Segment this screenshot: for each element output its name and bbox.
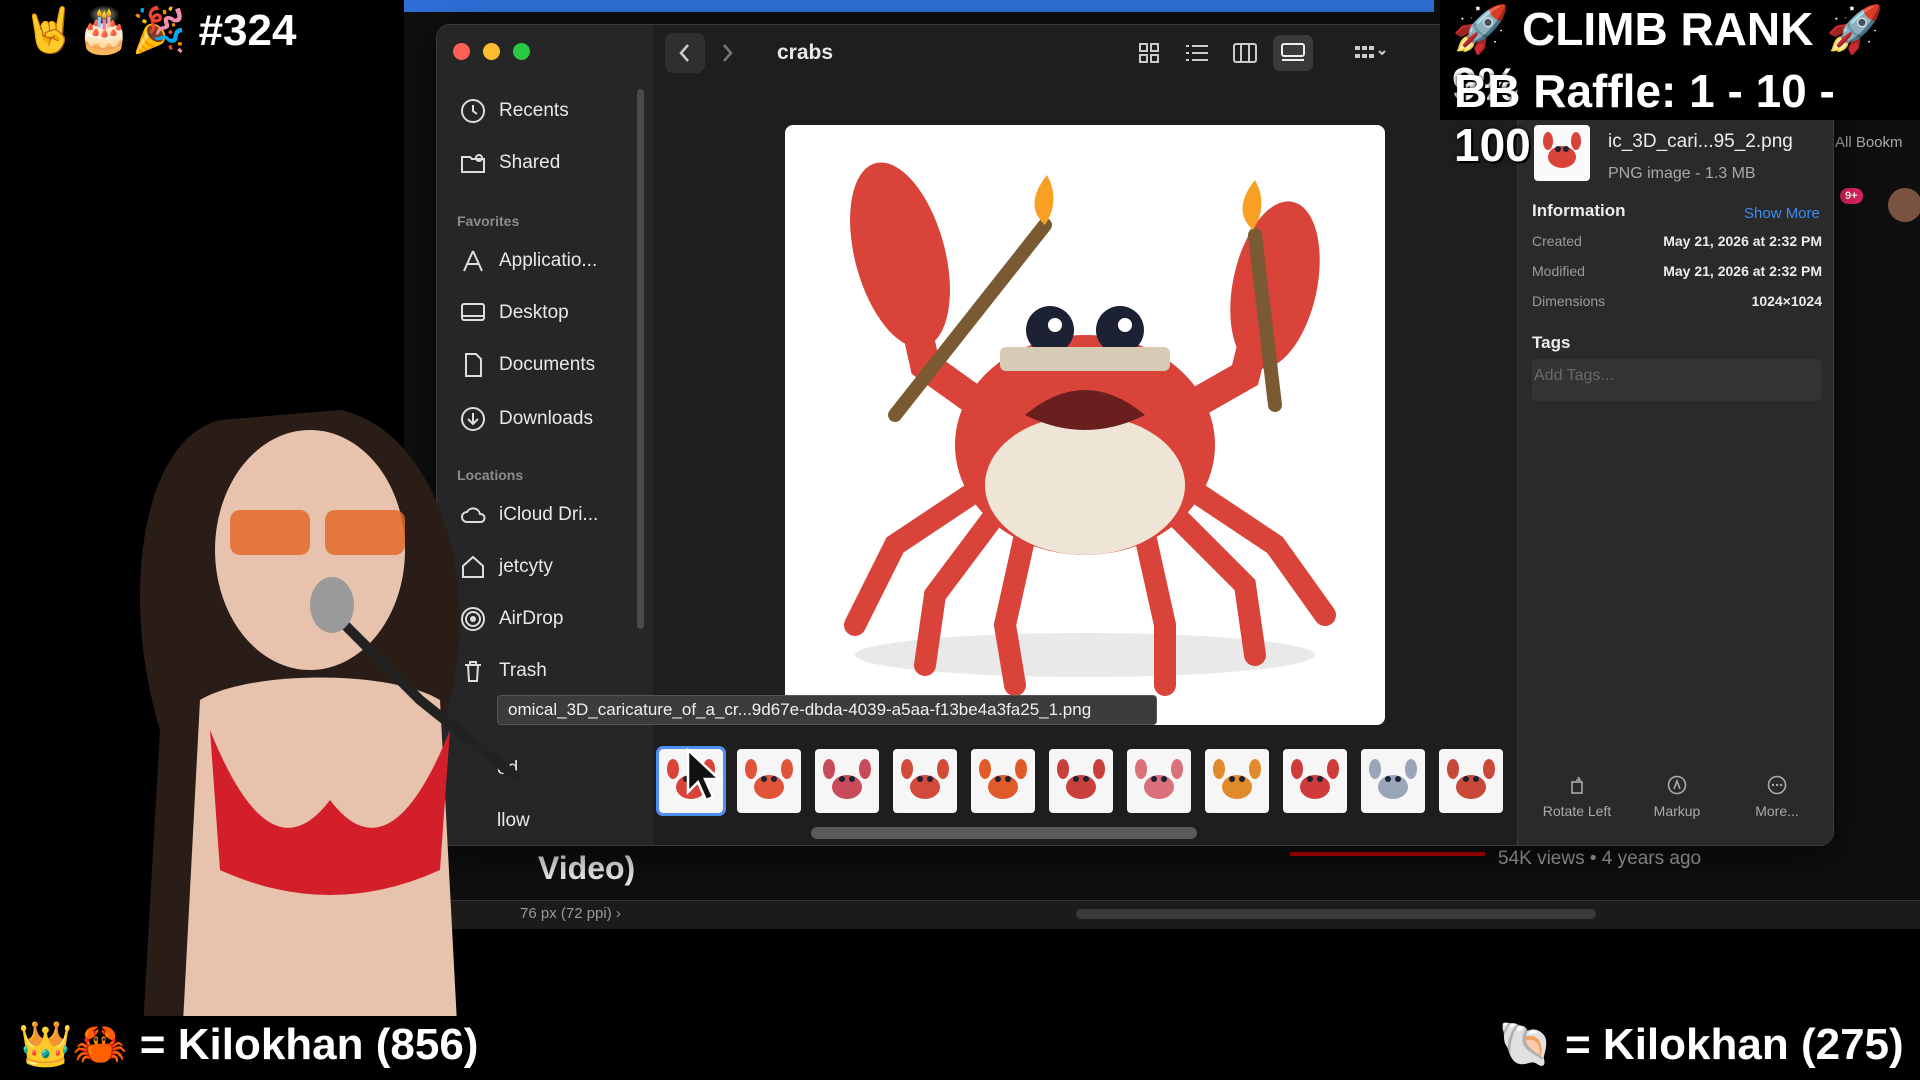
group-icon xyxy=(1355,46,1386,58)
sidebar-item-applications[interactable]: Applicatio... xyxy=(459,241,597,281)
info-key: Dimensions xyxy=(1532,293,1606,309)
thumbnail-item[interactable] xyxy=(893,749,957,813)
more-button[interactable]: More... xyxy=(1732,775,1822,819)
list-icon xyxy=(1186,45,1208,61)
info-key: Modified xyxy=(1532,263,1585,279)
mouse-cursor-icon xyxy=(686,748,723,802)
gallery-icon xyxy=(1281,43,1305,61)
thumbnail-item[interactable] xyxy=(971,749,1035,813)
thumbnail-item[interactable] xyxy=(737,749,801,813)
crab-illustration xyxy=(844,162,1336,696)
streamer-webcam-figure xyxy=(140,410,524,1080)
information-heading: Information xyxy=(1532,201,1626,220)
thumbnail-item[interactable] xyxy=(815,749,879,813)
sidebar-scrollbar[interactable] xyxy=(637,89,644,629)
info-value: 1024×1024 xyxy=(1751,293,1822,309)
crab-thumbnail-icon xyxy=(823,759,871,799)
thumbnail-item[interactable] xyxy=(1361,749,1425,813)
video-views: 54K views • 4 years ago xyxy=(1498,848,1702,869)
filename-tooltip: omical_3D_caricature_of_a_cr...9d67e-dbd… xyxy=(497,695,1157,725)
shared-folder-icon xyxy=(461,154,485,173)
show-more-link[interactable]: Show More xyxy=(1744,205,1820,222)
gallery-view-button[interactable] xyxy=(1273,35,1313,71)
crab-thumbnail-icon xyxy=(1291,759,1339,799)
king-crab-leader: 👑🦀 = Kilokhan (856) xyxy=(18,1020,479,1069)
grid-icon xyxy=(1139,43,1159,63)
tags-heading: Tags xyxy=(1532,333,1571,352)
back-button[interactable] xyxy=(665,33,705,73)
thumbnail-scrollbar[interactable] xyxy=(811,827,1197,839)
chevron-right-icon xyxy=(723,44,733,62)
crab-thumbnail-icon xyxy=(1213,759,1261,799)
thumbnail-item[interactable] xyxy=(1283,749,1347,813)
close-button[interactable] xyxy=(453,43,470,60)
sidebar-item-label: Applicatio... xyxy=(499,250,598,271)
action-label: More... xyxy=(1755,803,1799,819)
background-topbar xyxy=(404,0,1434,12)
applications-icon xyxy=(463,250,483,272)
clock-icon xyxy=(461,99,485,123)
folder-title: crabs xyxy=(777,41,834,64)
favorites-heading: Favorites xyxy=(457,213,520,229)
sidebar-item-label: Shared xyxy=(499,152,561,173)
crab-thumbnail-icon xyxy=(979,759,1027,799)
thumbnail-item[interactable] xyxy=(1127,749,1191,813)
thumbnail-item[interactable] xyxy=(1049,749,1113,813)
avatar[interactable] xyxy=(1888,188,1920,222)
crab-thumbnail-icon xyxy=(745,759,793,799)
rotate-left-button[interactable]: Rotate Left xyxy=(1532,775,1622,819)
info-value: May 21, 2026 at 2:32 PM xyxy=(1663,263,1822,279)
action-label: Markup xyxy=(1653,803,1701,819)
tags-input[interactable]: Add Tags... xyxy=(1532,359,1822,401)
video-progress-bar xyxy=(1290,852,1485,856)
crab-thumbnail-icon xyxy=(1135,759,1183,799)
image-preview[interactable] xyxy=(785,125,1385,725)
crab-thumbnail-icon xyxy=(1369,759,1417,799)
rotate-left-icon xyxy=(1571,776,1583,794)
group-menu-button[interactable] xyxy=(1345,35,1397,71)
video-title[interactable]: Video) xyxy=(538,850,635,887)
more-icon xyxy=(1767,775,1787,795)
notification-badge[interactable]: 9+ xyxy=(1840,188,1863,204)
crab-thumbnail-icon xyxy=(901,759,949,799)
desktop-icon xyxy=(461,303,485,321)
list-view-button[interactable] xyxy=(1177,35,1217,71)
stream-counter: 🤘🎂🎉 #324 xyxy=(22,6,297,55)
sidebar-item-recents[interactable]: Recents xyxy=(459,91,569,131)
crab-thumbnail-icon xyxy=(1447,759,1495,799)
action-label: Rotate Left xyxy=(1542,803,1612,819)
markup-button[interactable]: Markup xyxy=(1632,775,1722,819)
sidebar-item-desktop[interactable]: Desktop xyxy=(459,293,569,333)
thumbnail-item[interactable] xyxy=(1439,749,1503,813)
horizontal-scrollbar[interactable] xyxy=(1076,909,1596,919)
zoom-button[interactable] xyxy=(513,43,530,60)
sidebar-item-documents[interactable]: Documents xyxy=(459,345,595,385)
chevron-left-icon xyxy=(679,44,689,62)
tags-placeholder: Add Tags... xyxy=(1534,367,1614,384)
bb-raffle-text: BB Raffle: 1 - 10 - 100 xyxy=(1454,65,1835,171)
crab-thumbnail-icon xyxy=(1057,759,1105,799)
info-row-dimensions: Dimensions 1024×1024 xyxy=(1532,293,1822,309)
forward-button[interactable] xyxy=(707,33,747,73)
info-row-created: Created May 21, 2026 at 2:32 PM xyxy=(1532,233,1822,249)
info-row-modified: Modified May 21, 2026 at 2:32 PM xyxy=(1532,263,1822,279)
thumbnail-item[interactable] xyxy=(1205,749,1269,813)
sidebar-item-label: Documents xyxy=(499,354,596,375)
column-view-button[interactable] xyxy=(1225,35,1265,71)
info-value: May 21, 2026 at 2:32 PM xyxy=(1663,233,1822,249)
document-icon xyxy=(465,353,482,377)
sidebar-item-label: Recents xyxy=(499,100,569,121)
icon-view-button[interactable] xyxy=(1129,35,1169,71)
markup-icon xyxy=(1667,775,1687,795)
sidebar-item-shared[interactable]: Shared xyxy=(459,143,560,183)
columns-icon xyxy=(1233,43,1257,63)
info-key: Created xyxy=(1532,233,1582,249)
minimize-button[interactable] xyxy=(483,43,500,60)
shell-leader: 🐚 = Kilokhan (275) xyxy=(1498,1020,1904,1069)
sidebar-item-label: Desktop xyxy=(499,302,569,323)
thumbnail-strip xyxy=(656,746,1503,817)
